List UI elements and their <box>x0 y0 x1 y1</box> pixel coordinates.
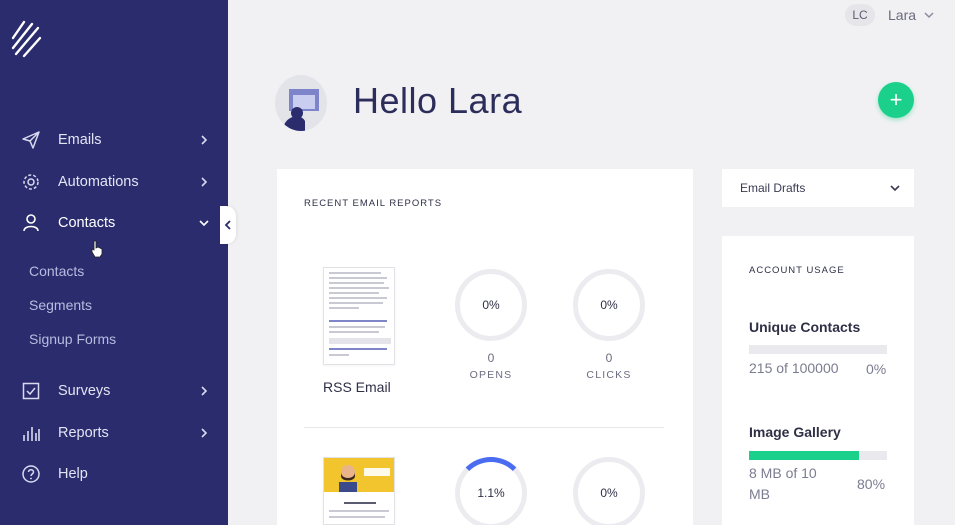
person-illustration-icon <box>339 465 357 492</box>
usage-heading-contacts: Unique Contacts <box>749 319 861 335</box>
page-title: Hello Lara <box>353 80 523 121</box>
account-usage-card: ACCOUNT USAGE Unique Contacts 215 of 100… <box>722 236 914 525</box>
chevron-down-icon <box>890 185 900 192</box>
paper-plane-icon <box>20 129 42 151</box>
chevron-right-icon <box>201 177 208 187</box>
chevron-right-icon <box>201 386 208 396</box>
sidebar-item-surveys[interactable]: Surveys <box>0 376 228 406</box>
sidebar-item-contacts[interactable]: Contacts <box>0 208 228 238</box>
sidebar-item-automations[interactable]: Automations <box>0 167 228 197</box>
sidebar-item-label: Surveys <box>58 383 111 399</box>
chevron-left-icon <box>224 220 231 230</box>
usage-bar-contacts <box>749 345 887 354</box>
sidebar-item-label: Contacts <box>58 215 116 231</box>
sidebar-item-label: Emails <box>58 132 102 148</box>
collapse-sidebar-button[interactable] <box>220 206 236 244</box>
card-title: ACCOUNT USAGE <box>749 265 845 276</box>
sidebar-item-label: Help <box>58 466 88 482</box>
clicks-ring: 0% <box>573 269 645 341</box>
opens-label: OPENS <box>469 369 513 381</box>
divider <box>304 427 664 428</box>
usage-value-contacts: 215 of 100000 <box>749 360 839 376</box>
usage-pct-contacts: 0% <box>866 361 887 377</box>
opens-ring: 0% <box>455 269 527 341</box>
sidebar-subitem-contacts[interactable]: Contacts <box>29 263 84 279</box>
opens-ring: 1.1% <box>455 457 527 525</box>
avatar[interactable] <box>275 75 327 131</box>
chevron-down-icon[interactable] <box>923 10 935 20</box>
user-name[interactable]: Lara <box>888 7 916 23</box>
sidebar-item-reports[interactable]: Reports <box>0 418 228 448</box>
chevron-down-icon <box>199 220 209 227</box>
email-name[interactable]: RSS Email <box>323 379 391 395</box>
chevron-right-icon <box>201 428 208 438</box>
usage-pct-gallery: 80% <box>857 476 886 492</box>
question-circle-icon <box>20 463 42 485</box>
email-thumbnail[interactable] <box>323 457 395 525</box>
usage-bar-gallery <box>749 451 887 460</box>
gear-icon <box>20 171 42 193</box>
user-initials-badge[interactable]: LC <box>845 4 875 26</box>
sidebar-subitem-signup-forms[interactable]: Signup Forms <box>29 331 116 347</box>
sidebar-subitem-segments[interactable]: Segments <box>29 297 92 313</box>
logo-icon[interactable] <box>10 18 46 60</box>
chevron-right-icon <box>201 135 208 145</box>
email-drafts-select[interactable]: Email Drafts <box>722 169 914 207</box>
usage-heading-gallery: Image Gallery <box>749 424 841 440</box>
checklist-icon <box>20 380 42 402</box>
clicks-label: CLICKS <box>586 369 632 381</box>
sidebar-item-label: Automations <box>58 174 139 190</box>
email-thumbnail[interactable] <box>323 267 395 365</box>
person-icon <box>20 212 42 234</box>
clicks-count: 0 <box>605 351 613 365</box>
sidebar-item-help[interactable]: Help <box>0 459 228 489</box>
add-button[interactable]: + <box>878 82 914 118</box>
card-title: RECENT EMAIL REPORTS <box>304 198 443 209</box>
bar-chart-icon <box>20 422 42 444</box>
select-value: Email Drafts <box>740 181 806 195</box>
sidebar: Emails Automations Contacts Contacts Seg… <box>0 0 228 525</box>
clicks-ring: 0% <box>573 457 645 525</box>
opens-count: 0 <box>487 351 495 365</box>
sidebar-item-label: Reports <box>58 425 109 441</box>
usage-value-gallery: 8 MB of 10 MB <box>749 465 817 502</box>
recent-email-reports-card: RECENT EMAIL REPORTS RSS Email 0% 0 OPEN… <box>277 169 693 525</box>
sidebar-item-emails[interactable]: Emails <box>0 125 228 155</box>
hand-cursor-icon <box>91 240 103 258</box>
